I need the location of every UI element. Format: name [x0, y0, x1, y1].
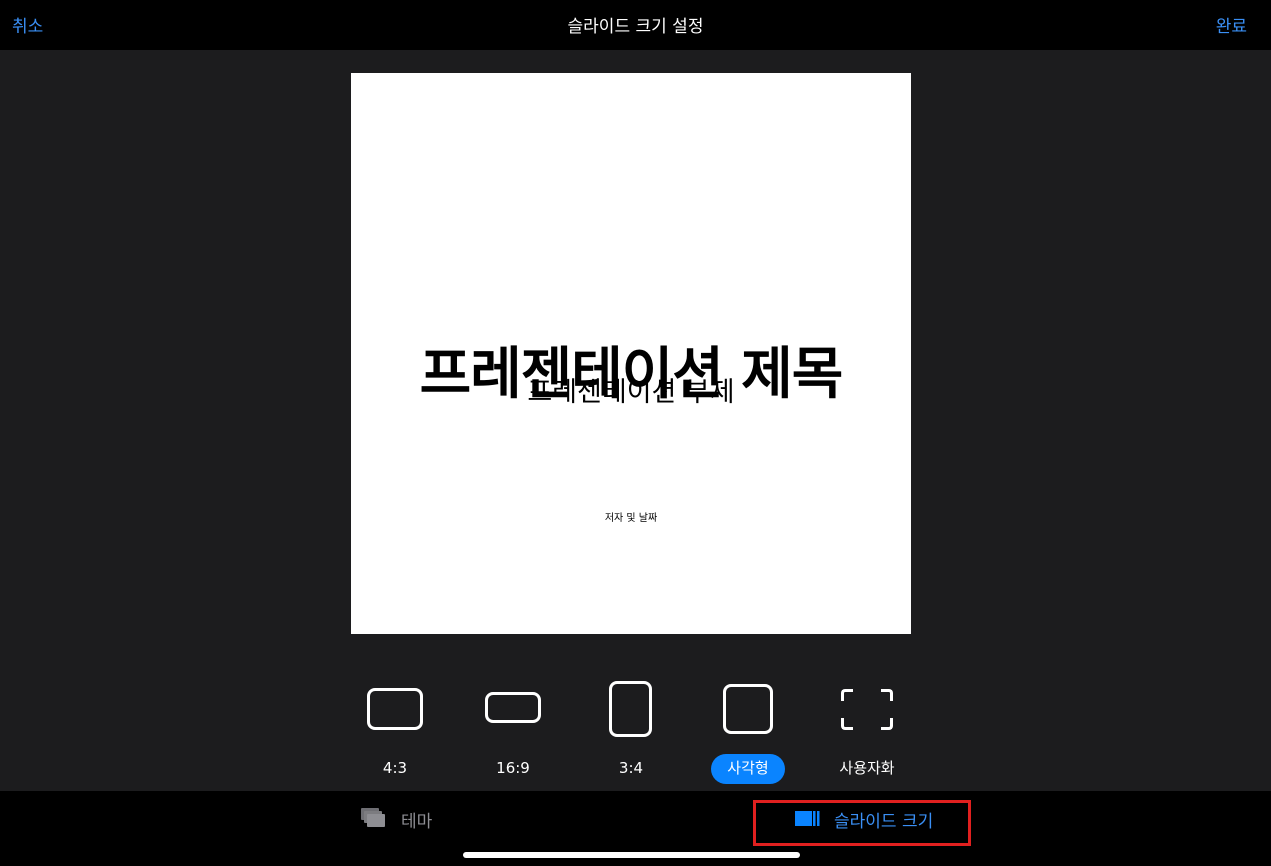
- size-option-custom[interactable]: 사용자화: [812, 668, 922, 788]
- highlight-annotation-box: [753, 800, 971, 846]
- done-button[interactable]: 완료: [1216, 12, 1247, 37]
- slide-author-date: 저자 및 날짜: [604, 513, 658, 524]
- custom-size-icon: [841, 689, 893, 730]
- size-option-4-3[interactable]: 4:3: [340, 668, 450, 788]
- size-option-label: 3:4: [618, 759, 644, 777]
- slide-preview: 프레젠테이션 제목 프레젠테이션 부제 저자 및 날짜: [351, 73, 911, 634]
- page-title: 슬라이드 크기 설정: [567, 17, 704, 37]
- size-option-16-9[interactable]: 16:9: [458, 668, 568, 788]
- size-option-label: 4:3: [382, 759, 408, 777]
- size-option-square[interactable]: 사각형: [694, 668, 804, 788]
- landscape-4-3-icon: [367, 688, 423, 730]
- square-icon: [723, 684, 773, 734]
- portrait-3-4-icon: [609, 681, 652, 737]
- slide-size-options: 4:3 16:9 3:4 사각형 사용자화: [0, 668, 1271, 788]
- home-indicator: [463, 852, 800, 858]
- size-option-3-4[interactable]: 3:4: [576, 668, 686, 788]
- size-option-label: 사용자화: [839, 759, 895, 777]
- size-option-label-selected: 사각형: [711, 754, 785, 784]
- tab-theme-label: 테마: [401, 812, 433, 832]
- theme-icon: [361, 808, 385, 827]
- widescreen-16-9-icon: [485, 692, 541, 723]
- slide-subtitle: 프레젠테이션 부제: [527, 377, 735, 408]
- top-navigation-bar: 취소 슬라이드 크기 설정 완료: [0, 0, 1271, 50]
- size-option-label: 16:9: [496, 759, 530, 777]
